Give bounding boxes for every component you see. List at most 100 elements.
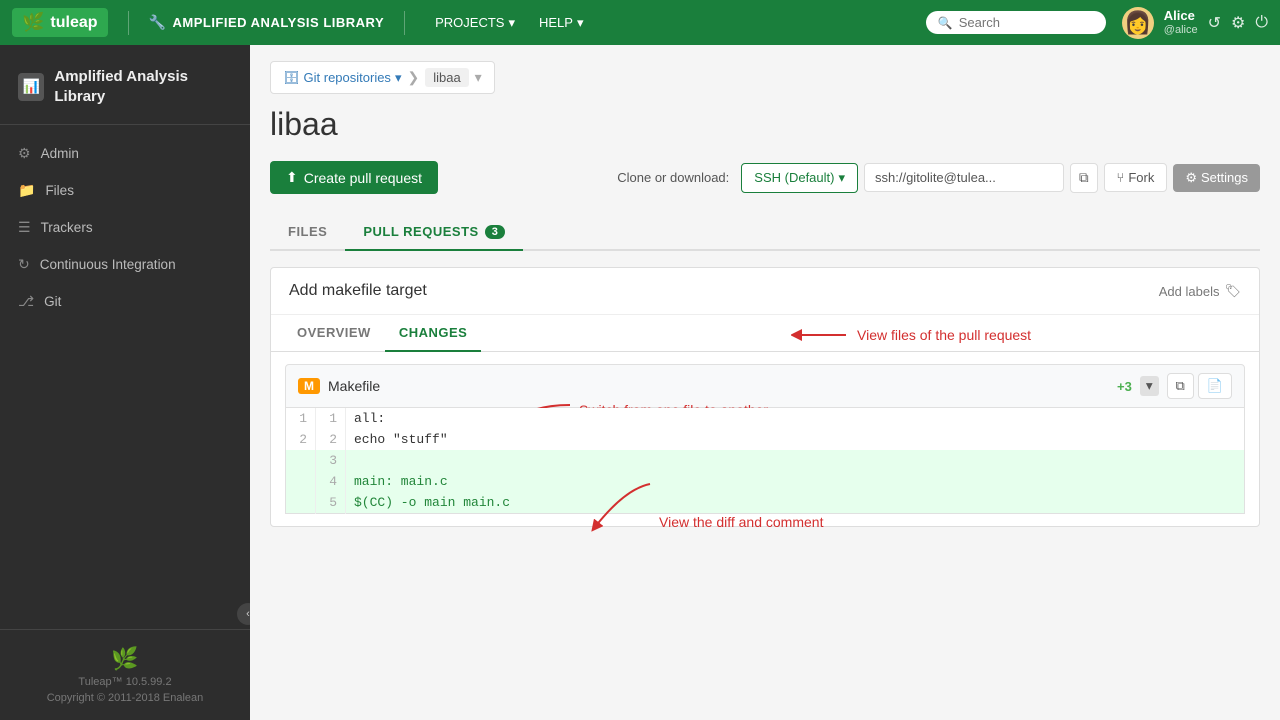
tab-files[interactable]: FILES	[270, 214, 345, 251]
sidebar-item-trackers[interactable]: ☰ Trackers	[0, 209, 250, 246]
git-repos-icon: 🗄	[283, 70, 300, 86]
diff-container: M Makefile +3 ▾ ⧉ 📄	[271, 352, 1259, 526]
diff-line-old-4	[286, 471, 316, 492]
repo-tabs: FILES PULL REQUESTS 3	[270, 214, 1260, 251]
diff-line-new-3: 3	[316, 450, 346, 471]
add-labels-button[interactable]: Add labels 🏷	[1159, 283, 1241, 299]
pr-panel: Add makefile target Add labels 🏷 OVERVIE…	[270, 267, 1260, 527]
admin-icon: ⚙	[18, 145, 31, 162]
tuleap-logo-icon: 🌿	[22, 12, 44, 33]
pr-inner-tabs: OVERVIEW CHANGES	[271, 315, 1259, 352]
diff-code-2: echo "stuff"	[346, 429, 1245, 450]
projects-menu[interactable]: PROJECTS ▾	[425, 9, 525, 37]
diff-row-5: 5 $(CC) -o main main.c	[286, 492, 1245, 514]
sidebar-project-title: Amplified Analysis Library	[54, 67, 232, 106]
settings-icon[interactable]: ⚙	[1231, 13, 1245, 33]
diff-copy-button[interactable]: ⧉	[1167, 373, 1194, 399]
diff-row-1: 1 1 all:	[286, 408, 1245, 429]
breadcrumb-git-repos[interactable]: 🗄 Git repositories ▾	[283, 70, 401, 86]
sidebar-nav: ⚙ Admin 📁 Files ☰ Trackers ↻ Continuous …	[0, 125, 250, 599]
tab-pull-requests[interactable]: PULL REQUESTS 3	[345, 214, 523, 251]
diff-action-buttons: ⧉ 📄	[1167, 373, 1232, 399]
settings-gear-icon: ⚙	[1185, 170, 1197, 186]
tab-changes[interactable]: CHANGES	[385, 315, 482, 352]
topnav-separator2	[404, 11, 405, 35]
ssh-url-input[interactable]	[864, 163, 1064, 192]
sidebar-item-label-admin: Admin	[41, 146, 79, 161]
diff-row-3: 3	[286, 450, 1245, 471]
ssh-dropdown-icon: ▾	[838, 170, 845, 186]
diff-additions-count: +3	[1117, 379, 1132, 394]
diff-line-old-2: 2	[286, 429, 316, 450]
projects-dropdown-icon: ▾	[508, 15, 515, 31]
create-pull-request-button[interactable]: ⬆ Create pull request	[270, 161, 438, 194]
sidebar-item-git[interactable]: ⎇ Git	[0, 283, 250, 320]
diff-code-1: all:	[346, 408, 1245, 429]
breadcrumb-current: libaa	[425, 68, 468, 87]
help-dropdown-icon: ▾	[577, 15, 584, 31]
user-avatar-decorative: 👩	[1122, 7, 1154, 39]
sidebar-item-files[interactable]: 📁 Files	[0, 172, 250, 209]
sidebar-project-icon: 📊	[18, 73, 44, 101]
search-box: 🔍	[926, 11, 1106, 34]
sidebar-collapse-button[interactable]: ‹	[237, 603, 250, 625]
sidebar-header: 📊 Amplified Analysis Library	[0, 45, 250, 125]
diff-code-5: $(CC) -o main main.c	[346, 492, 1245, 514]
breadcrumb-dropdown-icon: ▾	[395, 70, 402, 86]
pr-header: Add makefile target Add labels 🏷	[271, 268, 1259, 315]
files-icon: 📁	[18, 182, 35, 199]
tuleap-footer-icon: 🌿	[111, 646, 138, 672]
create-pr-icon: ⬆	[286, 169, 298, 186]
main-content: 🗄 Git repositories ▾ ❯ libaa ▾ libaa ⬆ C…	[250, 45, 1280, 720]
action-bar: ⬆ Create pull request Clone or download:…	[270, 161, 1260, 194]
topnav-menu: PROJECTS ▾ HELP ▾	[425, 9, 593, 37]
diff-line-new-5: 5	[316, 492, 346, 514]
breadcrumb-current-dropdown[interactable]: ▾	[475, 69, 482, 86]
topnav-project-name: 🔧 AMPLIFIED ANALYSIS LIBRARY	[149, 14, 385, 31]
diff-line-new-4: 4	[316, 471, 346, 492]
copy-url-button[interactable]: ⧉	[1070, 163, 1098, 193]
project-icon: 🔧	[149, 14, 167, 31]
repo-settings-button[interactable]: ⚙ Settings	[1173, 164, 1260, 192]
sidebar: 📊 Amplified Analysis Library ⚙ Admin 📁 F…	[0, 45, 250, 720]
fork-icon: ⑂	[1117, 170, 1125, 185]
ssh-dropdown-button[interactable]: SSH (Default) ▾	[741, 163, 858, 193]
sidebar-item-label-trackers: Trackers	[41, 220, 93, 235]
tuleap-logo-text: tuleap	[50, 14, 97, 32]
help-menu[interactable]: HELP ▾	[529, 9, 594, 37]
trackers-icon: ☰	[18, 219, 31, 236]
copy-icon: ⧉	[1079, 170, 1089, 185]
sidebar-item-admin[interactable]: ⚙ Admin	[0, 135, 250, 172]
diff-code-3	[346, 450, 1245, 471]
diff-line-new-2: 2	[316, 429, 346, 450]
diff-table: 1 1 all: 2 2 echo "stuff"	[285, 408, 1245, 514]
sidebar-item-label-files: Files	[45, 183, 74, 198]
pull-requests-badge: 3	[485, 225, 506, 239]
diff-line-old-5	[286, 492, 316, 514]
diff-view-button[interactable]: 📄	[1198, 373, 1232, 399]
tab-overview[interactable]: OVERVIEW	[283, 315, 385, 352]
topnav: 🌿 tuleap 🔧 AMPLIFIED ANALYSIS LIBRARY PR…	[0, 0, 1280, 45]
git-icon: ⎇	[18, 293, 34, 310]
diff-line-new-1: 1	[316, 408, 346, 429]
search-icon: 🔍	[938, 16, 953, 30]
user-menu[interactable]: Alice @alice	[1164, 8, 1198, 37]
tuleap-copyright: Copyright © 2011-2018 Enalean	[47, 692, 204, 704]
fork-button[interactable]: ⑂ Fork	[1104, 163, 1168, 192]
breadcrumb: 🗄 Git repositories ▾ ❯ libaa ▾	[270, 61, 495, 94]
clone-controls: SSH (Default) ▾ ⧉ ⑂ Fork ⚙ Settings	[741, 163, 1260, 193]
diff-file-badge: M	[298, 378, 320, 394]
annotation-text-view-diff: View the diff and comment	[659, 514, 823, 530]
diff-expand-button[interactable]: ▾	[1140, 376, 1159, 396]
pr-title: Add makefile target	[289, 282, 427, 300]
user-handle: @alice	[1164, 24, 1198, 37]
diff-code-4: main: main.c	[346, 471, 1245, 492]
tuleap-logo[interactable]: 🌿 tuleap	[12, 8, 108, 37]
sidebar-item-label-ci: Continuous Integration	[40, 257, 176, 272]
power-icon[interactable]: ⏻	[1255, 14, 1268, 32]
search-input[interactable]	[959, 15, 1094, 30]
page-title: libaa	[270, 106, 1260, 143]
ci-icon: ↻	[18, 256, 30, 273]
sidebar-item-ci[interactable]: ↻ Continuous Integration	[0, 246, 250, 283]
history-icon[interactable]: ↺	[1208, 13, 1221, 33]
